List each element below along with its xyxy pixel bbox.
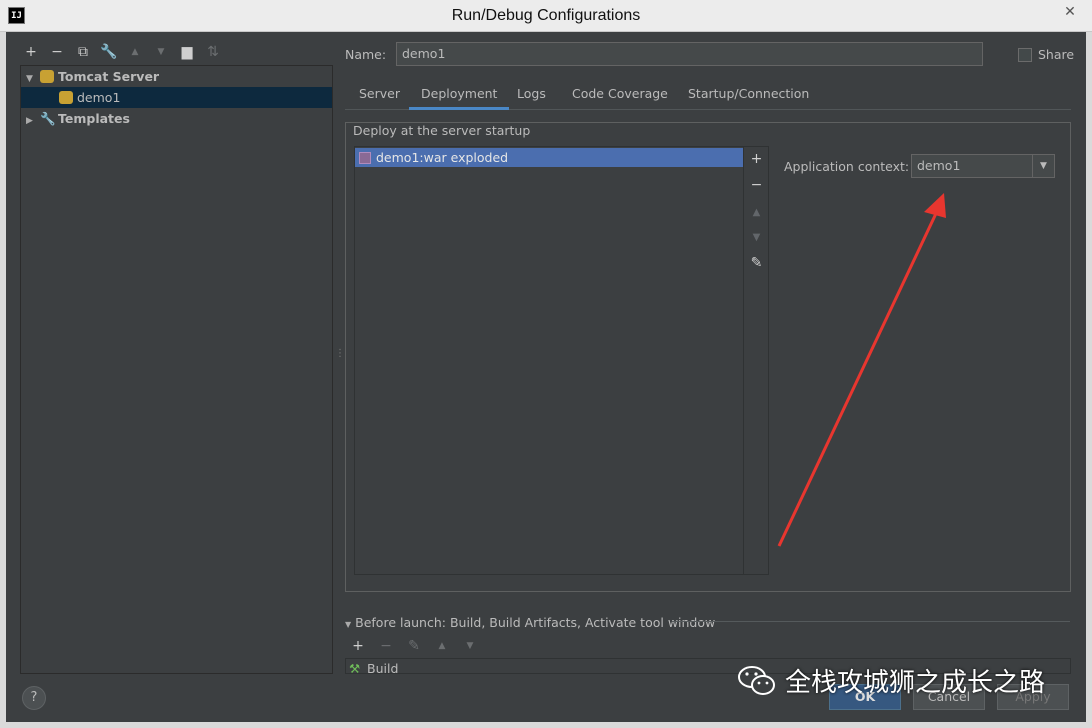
tree-item-label: Tomcat Server bbox=[58, 69, 160, 84]
artifact-row[interactable]: demo1:war exploded bbox=[355, 148, 743, 167]
add-task-icon[interactable]: + bbox=[349, 638, 367, 654]
tomcat-icon bbox=[59, 91, 73, 104]
artifact-toolbar: + − ▲ ▼ ✎ bbox=[744, 146, 769, 575]
move-up-icon[interactable]: ▲ bbox=[744, 207, 769, 218]
name-label: Name: bbox=[345, 47, 387, 62]
move-down-icon[interactable]: ▼ bbox=[152, 44, 170, 60]
war-artifact-icon bbox=[359, 152, 371, 164]
tab-logs[interactable]: Logs bbox=[505, 85, 558, 110]
artifact-label: demo1:war exploded bbox=[376, 150, 509, 165]
artifact-list[interactable]: demo1:war exploded bbox=[354, 146, 744, 575]
remove-config-icon[interactable]: − bbox=[48, 44, 66, 60]
sort-icon[interactable]: ⇅ bbox=[204, 44, 222, 60]
before-launch-toolbar: + − ✎ ▲ ▼ bbox=[349, 638, 479, 654]
hammer-icon: ⚒ bbox=[349, 661, 361, 674]
chevron-down-icon[interactable]: ▼ bbox=[1032, 155, 1054, 177]
application-context-label: Application context: bbox=[784, 159, 910, 174]
move-up-icon[interactable]: ▲ bbox=[126, 44, 144, 60]
wrench-icon[interactable]: 🔧 bbox=[100, 44, 118, 60]
edit-pencil-icon[interactable]: ✎ bbox=[744, 255, 769, 271]
remove-task-icon[interactable]: − bbox=[377, 638, 395, 654]
remove-artifact-icon[interactable]: − bbox=[744, 177, 769, 193]
tab-bar: Server Deployment Logs Code Coverage Sta… bbox=[345, 80, 1071, 110]
window-close-icon[interactable]: ✕ bbox=[1054, 2, 1086, 22]
configuration-tree[interactable]: ▼ Tomcat Server demo1 ▶ 🔧 Templates bbox=[20, 65, 333, 674]
tree-item-templates[interactable]: ▶ 🔧 Templates bbox=[21, 108, 332, 129]
application-context-value: demo1 bbox=[917, 158, 961, 173]
collapsed-arrow-icon[interactable]: ▶ bbox=[26, 111, 38, 132]
share-label: Share bbox=[1038, 47, 1075, 62]
divider bbox=[672, 621, 1070, 622]
share-checkbox-group[interactable]: Share bbox=[1018, 47, 1074, 62]
tab-startup-connection[interactable]: Startup/Connection bbox=[676, 85, 821, 110]
add-config-icon[interactable]: + bbox=[22, 44, 40, 60]
tree-toolbar: + − ⧉ 🔧 ▲ ▼ ▆ ⇅ bbox=[22, 44, 222, 60]
tree-item-demo1[interactable]: demo1 bbox=[21, 87, 332, 108]
tab-code-coverage[interactable]: Code Coverage bbox=[560, 85, 680, 110]
build-task-label: Build bbox=[367, 661, 399, 674]
folder-icon[interactable]: ▆ bbox=[178, 44, 196, 60]
watermark-text: 全栈攻城狮之成长之路 bbox=[785, 668, 1046, 698]
name-input[interactable]: demo1 bbox=[396, 42, 983, 66]
wechat-watermark: 全栈攻城狮之成长之路 bbox=[737, 662, 1045, 699]
group-title: Deploy at the server startup bbox=[353, 123, 531, 138]
application-context-combo[interactable]: demo1 ▼ bbox=[911, 154, 1055, 178]
wrench-icon: 🔧 bbox=[40, 111, 56, 126]
wechat-icon bbox=[738, 665, 775, 695]
tree-item-tomcat-server[interactable]: ▼ Tomcat Server bbox=[21, 66, 332, 87]
before-launch-header[interactable]: ▼ Before launch: Build, Build Artifacts,… bbox=[345, 615, 1071, 630]
copy-icon[interactable]: ⧉ bbox=[74, 44, 92, 60]
title-bar: IJ Run/Debug Configurations ✕ bbox=[0, 0, 1092, 32]
expanded-arrow-icon[interactable]: ▼ bbox=[345, 620, 351, 629]
splitter-handle[interactable]: ⋮ bbox=[335, 348, 345, 359]
list-item[interactable]: ⚒ Build bbox=[349, 661, 399, 674]
add-artifact-icon[interactable]: + bbox=[744, 151, 769, 167]
move-down-icon[interactable]: ▼ bbox=[461, 638, 479, 654]
move-down-icon[interactable]: ▼ bbox=[744, 232, 769, 243]
move-up-icon[interactable]: ▲ bbox=[433, 638, 451, 654]
tab-server[interactable]: Server bbox=[347, 85, 412, 110]
help-button[interactable]: ? bbox=[22, 686, 46, 710]
tab-deployment[interactable]: Deployment bbox=[409, 85, 510, 110]
before-launch-label: Before launch: Build, Build Artifacts, A… bbox=[355, 615, 716, 630]
tree-item-label: demo1 bbox=[77, 90, 121, 105]
tomcat-icon bbox=[40, 70, 54, 83]
share-checkbox[interactable] bbox=[1018, 47, 1032, 62]
tree-item-label: Templates bbox=[58, 111, 130, 126]
window-title: Run/Debug Configurations bbox=[451, 7, 641, 24]
edit-pencil-icon[interactable]: ✎ bbox=[405, 638, 423, 654]
